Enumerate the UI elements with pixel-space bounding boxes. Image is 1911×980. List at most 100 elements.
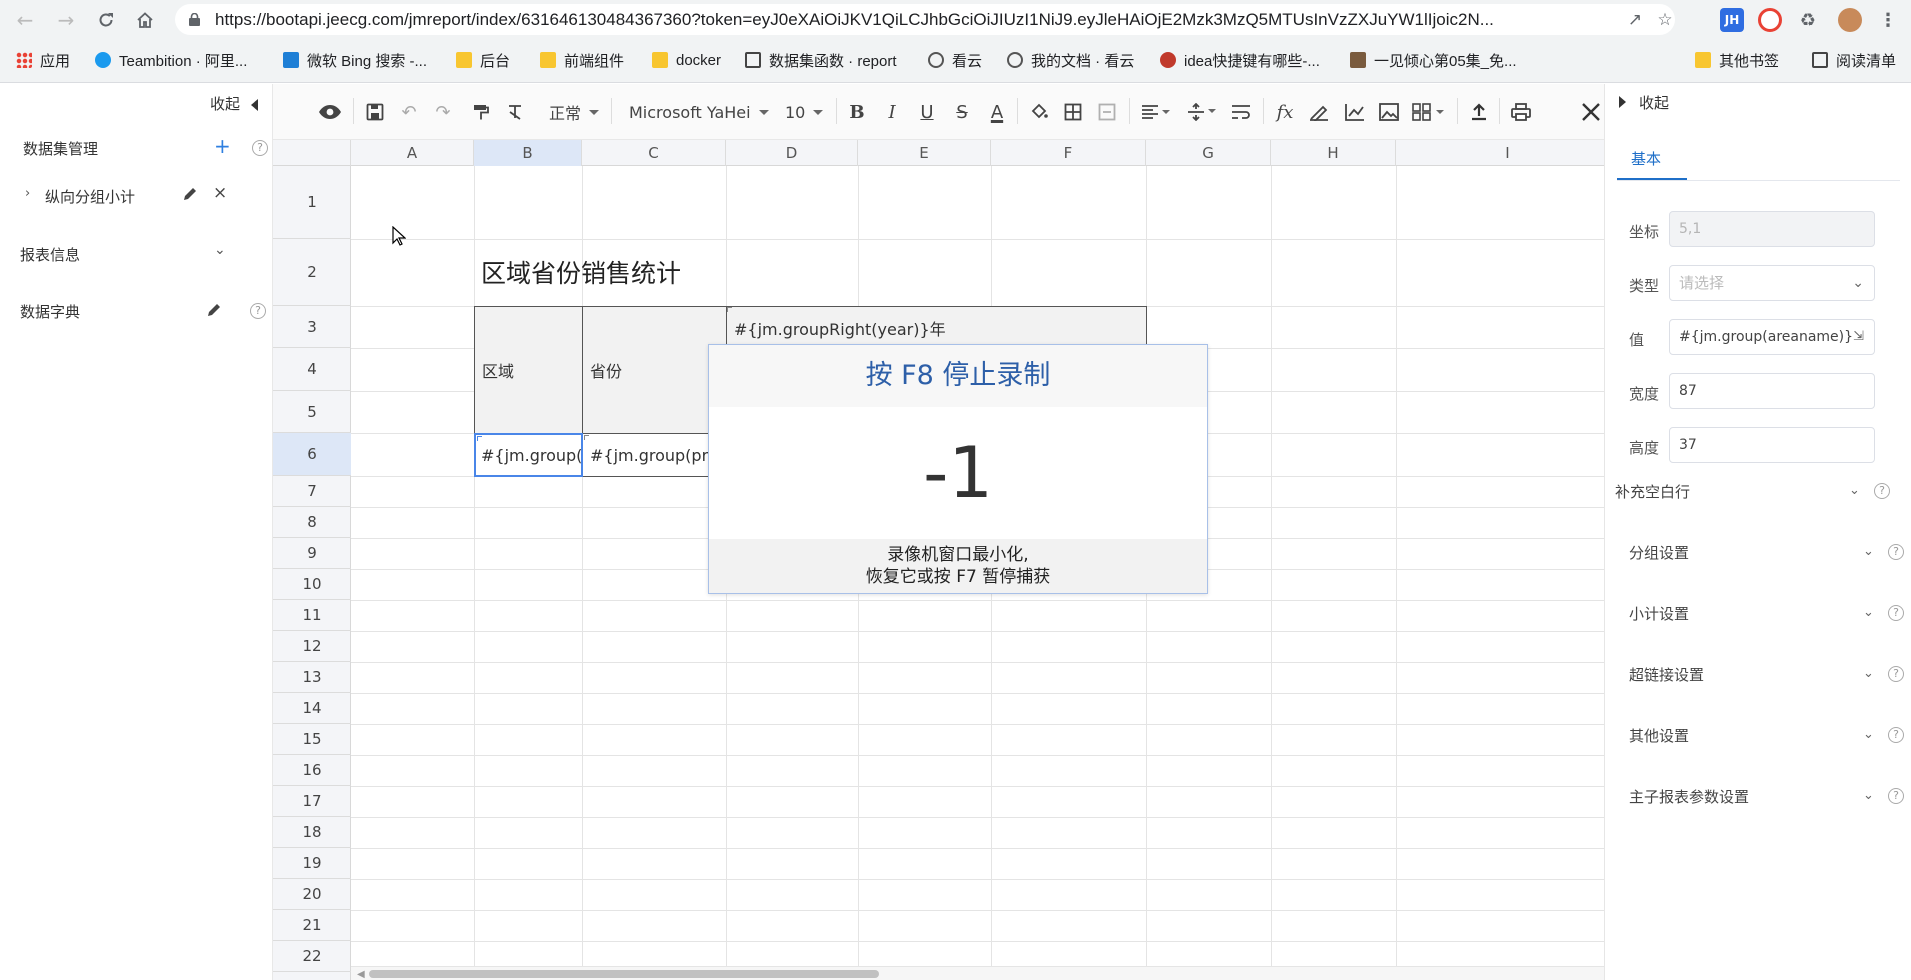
home-icon[interactable] <box>130 6 160 34</box>
row-header[interactable]: 6 <box>273 433 351 476</box>
widget-icon[interactable] <box>1411 100 1447 124</box>
row-header[interactable]: 4 <box>273 348 351 391</box>
add-dataset-icon[interactable]: + <box>214 134 231 158</box>
close-icon[interactable]: × <box>213 183 227 203</box>
row-header[interactable]: 13 <box>273 662 351 693</box>
formula-edit-icon[interactable] <box>1307 100 1331 124</box>
section-subtotal-settings[interactable]: 小计设置 ⌄ ? <box>1605 598 1911 628</box>
row-header[interactable]: 1 <box>273 166 351 239</box>
print-icon[interactable] <box>1509 100 1533 124</box>
row-header[interactable]: 9 <box>273 538 351 569</box>
image-icon[interactable] <box>1377 100 1401 124</box>
row-header[interactable]: 18 <box>273 817 351 848</box>
chart-icon[interactable] <box>1343 100 1367 124</box>
help-icon[interactable]: ? <box>1888 727 1904 743</box>
height-input[interactable]: 37 <box>1669 427 1875 463</box>
preview-eye-icon[interactable] <box>317 100 343 124</box>
bookmark-folder-backend[interactable]: 后台 <box>456 49 510 71</box>
save-icon[interactable] <box>363 100 387 124</box>
section-fill-blank-rows[interactable]: 补充空白行 ⌄ ? <box>1591 476 1898 506</box>
cell-b6-selected[interactable]: #{jm.group( <box>474 433 583 477</box>
border-icon[interactable] <box>1061 100 1085 124</box>
clear-format-icon[interactable] <box>503 100 527 124</box>
row-header[interactable]: 17 <box>273 786 351 817</box>
merge-cells-icon[interactable] <box>1095 100 1119 124</box>
column-header-g[interactable]: G <box>1146 140 1271 166</box>
format-painter-icon[interactable] <box>469 100 493 124</box>
align-left-icon[interactable] <box>1139 100 1173 124</box>
column-header-d[interactable]: D <box>726 140 858 166</box>
bookmark-idea[interactable]: idea快捷键有哪些-... <box>1160 49 1320 71</box>
type-select[interactable]: 请选择 ⌄ <box>1669 265 1875 301</box>
bookmark-folder-frontend[interactable]: 前端组件 <box>540 49 624 71</box>
bookmark-report[interactable]: 数据集函数 · report <box>745 49 897 71</box>
bookmark-folder-docker[interactable]: docker <box>652 49 721 71</box>
tools-icon[interactable] <box>1579 100 1603 124</box>
help-icon[interactable]: ? <box>1888 605 1904 621</box>
reload-icon[interactable] <box>91 6 121 34</box>
row-header[interactable]: 5 <box>273 391 351 433</box>
italic-icon[interactable]: I <box>880 100 904 124</box>
share-icon[interactable]: ↗ <box>1623 10 1647 30</box>
bookmark-teambition[interactable]: Teambition · 阿里... <box>95 49 247 71</box>
column-header-a[interactable]: A <box>351 140 474 166</box>
row-header[interactable]: 20 <box>273 879 351 910</box>
help-icon[interactable]: ? <box>250 303 266 319</box>
vertical-align-icon[interactable] <box>1185 100 1219 124</box>
dataset-item-label[interactable]: 纵向分组小计 <box>45 186 135 207</box>
upload-icon[interactable] <box>1467 100 1491 124</box>
right-collapse-button[interactable]: 收起 <box>1615 90 1735 114</box>
left-collapse-button[interactable]: 收起 <box>0 88 273 118</box>
row-header[interactable]: 16 <box>273 755 351 786</box>
row-header[interactable]: 7 <box>273 476 351 507</box>
help-icon[interactable]: ? <box>1888 544 1904 560</box>
row-header[interactable]: 3 <box>273 306 351 348</box>
font-size-select[interactable]: 10 <box>785 100 824 124</box>
scrollbar-thumb[interactable] <box>369 970 879 978</box>
more-menu-icon[interactable]: ⋮ <box>1876 8 1900 32</box>
section-other-settings[interactable]: 其他设置 ⌄ ? <box>1605 720 1911 750</box>
report-info-row[interactable]: 报表信息 ⌄ <box>0 239 273 269</box>
help-icon[interactable]: ? <box>1888 788 1904 804</box>
avatar[interactable] <box>1838 8 1862 32</box>
row-header[interactable]: 14 <box>273 693 351 724</box>
bookmark-bing[interactable]: 微软 Bing 搜索 -... <box>283 49 427 71</box>
value-input[interactable]: #{jm.group(areaname)} ⇲ <box>1669 319 1875 355</box>
bookmark-other[interactable]: 其他书签 <box>1695 49 1779 71</box>
bold-icon[interactable]: B <box>845 100 869 124</box>
bookmark-video[interactable]: 一见倾心第05集_免... <box>1350 49 1517 71</box>
style-select[interactable]: 正常 <box>549 100 600 124</box>
scroll-left-icon[interactable]: ◀ <box>357 969 365 980</box>
help-icon[interactable]: ? <box>1874 483 1890 499</box>
help-icon[interactable]: ? <box>252 140 268 156</box>
tab-basic[interactable]: 基本 <box>1617 142 1687 180</box>
row-header[interactable]: 22 <box>273 941 351 972</box>
column-header-i[interactable]: I <box>1396 140 1604 166</box>
help-icon[interactable]: ? <box>1888 666 1904 682</box>
report-title-cell[interactable]: 区域省份销售统计 <box>474 252 774 292</box>
row-header[interactable]: 8 <box>273 507 351 538</box>
expand-icon[interactable]: ⇲ <box>1853 320 1864 354</box>
bookmark-kancloud[interactable]: 看云 <box>928 49 982 71</box>
column-header-b[interactable]: B <box>474 140 582 166</box>
dataset-item-row[interactable]: › 纵向分组小计 × <box>0 181 273 211</box>
column-header-c[interactable]: C <box>582 140 726 166</box>
section-group-settings[interactable]: 分组设置 ⌄ ? <box>1605 537 1911 567</box>
function-icon[interactable]: fx <box>1273 100 1297 124</box>
horizontal-scrollbar[interactable]: ◀ <box>351 966 1604 980</box>
font-color-icon[interactable]: A <box>985 100 1009 124</box>
column-header-h[interactable]: H <box>1271 140 1396 166</box>
row-header[interactable]: 12 <box>273 631 351 662</box>
star-icon[interactable]: ☆ <box>1653 10 1677 30</box>
url-text[interactable]: https://bootapi.jeecg.com/jmreport/index… <box>215 10 1595 30</box>
row-header[interactable]: 19 <box>273 848 351 879</box>
row-header[interactable]: 21 <box>273 910 351 941</box>
bookmark-my-docs[interactable]: 我的文档 · 看云 <box>1007 49 1134 71</box>
undo-icon[interactable]: ↶ <box>397 100 421 124</box>
header-year-cell[interactable]: #{jm.groupRight(year)}年 <box>726 306 1147 349</box>
row-header[interactable]: 2 <box>273 239 351 306</box>
row-header[interactable]: 15 <box>273 724 351 755</box>
font-family-select[interactable]: Microsoft YaHei <box>629 100 769 124</box>
column-header-e[interactable]: E <box>858 140 991 166</box>
back-arrow-icon[interactable]: ← <box>10 6 40 34</box>
